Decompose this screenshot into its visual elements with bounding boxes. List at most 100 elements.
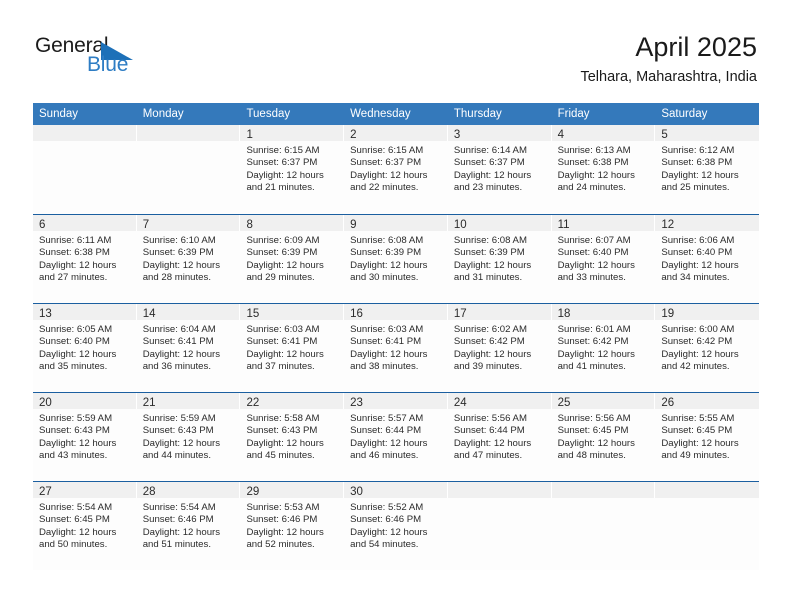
sunset-text: Sunset: 6:40 PM <box>39 336 110 348</box>
day-cell-empty <box>551 482 656 570</box>
weekday-header-wednesday: Wednesday <box>350 108 411 120</box>
day-cell-2[interactable]: 2 Sunrise: 6:15 AM Sunset: 6:37 PM Dayli… <box>344 125 448 214</box>
daylight-text-line1: Daylight: 12 hours <box>661 437 739 449</box>
day-number: 5 <box>661 129 668 141</box>
sunset-text: Sunset: 6:44 PM <box>350 425 422 437</box>
day-cell-30[interactable]: 30 Sunrise: 5:52 AM Sunset: 6:46 PM Dayl… <box>344 482 448 570</box>
day-details: Sunrise: 6:08 AM Sunset: 6:39 PM Dayligh… <box>344 231 448 285</box>
daylight-text-line2: and 45 minutes. <box>246 450 315 462</box>
sunset-text: Sunset: 6:37 PM <box>350 157 422 169</box>
daylight-text-line2: and 54 minutes. <box>350 539 419 551</box>
sunrise-text: Sunrise: 6:05 AM <box>39 324 113 335</box>
sunset-text: Sunset: 6:42 PM <box>661 336 733 348</box>
day-cell-17[interactable]: 17 Sunrise: 6:02 AM Sunset: 6:42 PM Dayl… <box>447 304 552 392</box>
day-cell-7[interactable]: 7 Sunrise: 6:10 AM Sunset: 6:39 PM Dayli… <box>136 215 241 303</box>
day-cell-15[interactable]: 15 Sunrise: 6:03 AM Sunset: 6:41 PM Dayl… <box>240 304 345 392</box>
day-number-band: 7 <box>136 215 241 231</box>
day-cell-1[interactable]: 1 Sunrise: 6:15 AM Sunset: 6:37 PM Dayli… <box>240 125 345 214</box>
day-number-band: 5 <box>655 125 760 141</box>
daylight-text-line2: and 28 minutes. <box>142 272 211 284</box>
day-number: 14 <box>142 308 156 320</box>
day-cell-13[interactable]: 13 Sunrise: 6:05 AM Sunset: 6:40 PM Dayl… <box>33 304 137 392</box>
day-cell-27[interactable]: 27 Sunrise: 5:54 AM Sunset: 6:45 PM Dayl… <box>33 482 137 570</box>
day-details: Sunrise: 5:54 AM Sunset: 6:46 PM Dayligh… <box>137 498 241 552</box>
sunrise-text: Sunrise: 6:08 AM <box>350 235 424 246</box>
day-cell-12[interactable]: 12 Sunrise: 6:06 AM Sunset: 6:40 PM Dayl… <box>655 215 760 303</box>
calendar-grid: Sunday Monday Tuesday Wednesday Thursday… <box>33 103 760 570</box>
day-details: Sunrise: 6:02 AM Sunset: 6:42 PM Dayligh… <box>448 320 552 374</box>
day-cell-21[interactable]: 21 Sunrise: 5:59 AM Sunset: 6:43 PM Dayl… <box>136 393 241 481</box>
daylight-text-line1: Daylight: 12 hours <box>350 259 428 271</box>
day-cell-6[interactable]: 6 Sunrise: 6:11 AM Sunset: 6:38 PM Dayli… <box>33 215 137 303</box>
daylight-text-line1: Daylight: 12 hours <box>350 526 428 538</box>
day-cell-10[interactable]: 10 Sunrise: 6:08 AM Sunset: 6:39 PM Dayl… <box>447 215 552 303</box>
day-cell-11[interactable]: 11 Sunrise: 6:07 AM Sunset: 6:40 PM Dayl… <box>551 215 656 303</box>
day-number-band: 2 <box>344 125 448 141</box>
sunset-text: Sunset: 6:39 PM <box>246 247 318 259</box>
day-cell-28[interactable]: 28 Sunrise: 5:54 AM Sunset: 6:46 PM Dayl… <box>136 482 241 570</box>
day-details: Sunrise: 6:12 AM Sunset: 6:38 PM Dayligh… <box>655 141 759 195</box>
sunset-text: Sunset: 6:37 PM <box>246 157 318 169</box>
sunset-text: Sunset: 6:38 PM <box>39 247 110 259</box>
sunset-text: Sunset: 6:44 PM <box>453 425 525 437</box>
day-details: Sunrise: 5:53 AM Sunset: 6:46 PM Dayligh… <box>240 498 344 552</box>
day-cell-25[interactable]: 25 Sunrise: 5:56 AM Sunset: 6:45 PM Dayl… <box>551 393 656 481</box>
day-number-band: 8 <box>240 215 345 231</box>
day-details: Sunrise: 6:04 AM Sunset: 6:41 PM Dayligh… <box>137 320 241 374</box>
sunset-text: Sunset: 6:45 PM <box>39 514 110 526</box>
day-cell-3[interactable]: 3 Sunrise: 6:14 AM Sunset: 6:37 PM Dayli… <box>447 125 552 214</box>
day-number-band: 4 <box>551 125 656 141</box>
day-cell-20[interactable]: 20 Sunrise: 5:59 AM Sunset: 6:43 PM Dayl… <box>33 393 137 481</box>
daylight-text-line2: and 39 minutes. <box>453 361 523 373</box>
day-number-band: 14 <box>136 304 241 320</box>
daylight-text-line1: Daylight: 12 hours <box>39 437 117 449</box>
day-details: Sunrise: 6:10 AM Sunset: 6:39 PM Dayligh… <box>137 231 241 285</box>
day-cell-8[interactable]: 8 Sunrise: 6:09 AM Sunset: 6:39 PM Dayli… <box>240 215 345 303</box>
day-number: 10 <box>453 219 467 231</box>
day-details: Sunrise: 5:59 AM Sunset: 6:43 PM Dayligh… <box>33 409 137 463</box>
general-blue-logo[interactable]: General Blue <box>35 34 165 84</box>
day-cell-24[interactable]: 24 Sunrise: 5:56 AM Sunset: 6:44 PM Dayl… <box>447 393 552 481</box>
weekday-header-tuesday: Tuesday <box>246 108 291 120</box>
daylight-text-line1: Daylight: 12 hours <box>350 348 428 360</box>
sunrise-text: Sunrise: 6:09 AM <box>246 235 320 246</box>
day-cell-18[interactable]: 18 Sunrise: 6:01 AM Sunset: 6:42 PM Dayl… <box>551 304 656 392</box>
sunset-text: Sunset: 6:39 PM <box>142 247 214 259</box>
week-row: 20 Sunrise: 5:59 AM Sunset: 6:43 PM Dayl… <box>33 392 760 481</box>
day-details: Sunrise: 5:57 AM Sunset: 6:44 PM Dayligh… <box>344 409 448 463</box>
day-number-band: 9 <box>344 215 448 231</box>
daylight-text-line1: Daylight: 12 hours <box>39 526 117 538</box>
sunset-text: Sunset: 6:41 PM <box>246 336 318 348</box>
week-row: 1 Sunrise: 6:15 AM Sunset: 6:37 PM Dayli… <box>33 125 760 214</box>
day-number: 12 <box>661 219 675 231</box>
day-cell-22[interactable]: 22 Sunrise: 5:58 AM Sunset: 6:43 PM Dayl… <box>240 393 345 481</box>
day-cell-14[interactable]: 14 Sunrise: 6:04 AM Sunset: 6:41 PM Dayl… <box>136 304 241 392</box>
day-details: Sunrise: 6:11 AM Sunset: 6:38 PM Dayligh… <box>33 231 137 285</box>
week-row: 27 Sunrise: 5:54 AM Sunset: 6:45 PM Dayl… <box>33 481 760 570</box>
day-number: 9 <box>350 219 357 231</box>
day-cell-9[interactable]: 9 Sunrise: 6:08 AM Sunset: 6:39 PM Dayli… <box>344 215 448 303</box>
day-number-band: 24 <box>447 393 552 409</box>
day-number-band: 27 <box>33 482 137 498</box>
sunset-text: Sunset: 6:38 PM <box>557 157 629 169</box>
daylight-text-line2: and 51 minutes. <box>142 539 211 551</box>
day-cell-23[interactable]: 23 Sunrise: 5:57 AM Sunset: 6:44 PM Dayl… <box>344 393 448 481</box>
day-number-band: 19 <box>655 304 760 320</box>
day-details: Sunrise: 5:55 AM Sunset: 6:45 PM Dayligh… <box>655 409 759 463</box>
day-number-band: 26 <box>655 393 760 409</box>
day-cell-19[interactable]: 19 Sunrise: 6:00 AM Sunset: 6:42 PM Dayl… <box>655 304 760 392</box>
day-cell-4[interactable]: 4 Sunrise: 6:13 AM Sunset: 6:38 PM Dayli… <box>551 125 656 214</box>
day-cell-empty <box>447 482 552 570</box>
sunrise-text: Sunrise: 6:07 AM <box>557 235 631 246</box>
weekday-header-thursday: Thursday <box>453 108 502 120</box>
daylight-text-line1: Daylight: 12 hours <box>661 169 739 181</box>
day-cell-5[interactable]: 5 Sunrise: 6:12 AM Sunset: 6:38 PM Dayli… <box>655 125 760 214</box>
sunset-text: Sunset: 6:41 PM <box>350 336 422 348</box>
day-cell-26[interactable]: 26 Sunrise: 5:55 AM Sunset: 6:45 PM Dayl… <box>655 393 760 481</box>
day-details: Sunrise: 6:07 AM Sunset: 6:40 PM Dayligh… <box>552 231 656 285</box>
day-cell-16[interactable]: 16 Sunrise: 6:03 AM Sunset: 6:41 PM Dayl… <box>344 304 448 392</box>
day-details: Sunrise: 6:15 AM Sunset: 6:37 PM Dayligh… <box>344 141 448 195</box>
day-details: Sunrise: 6:05 AM Sunset: 6:40 PM Dayligh… <box>33 320 137 374</box>
daylight-text-line1: Daylight: 12 hours <box>39 259 117 271</box>
day-cell-29[interactable]: 29 Sunrise: 5:53 AM Sunset: 6:46 PM Dayl… <box>240 482 345 570</box>
